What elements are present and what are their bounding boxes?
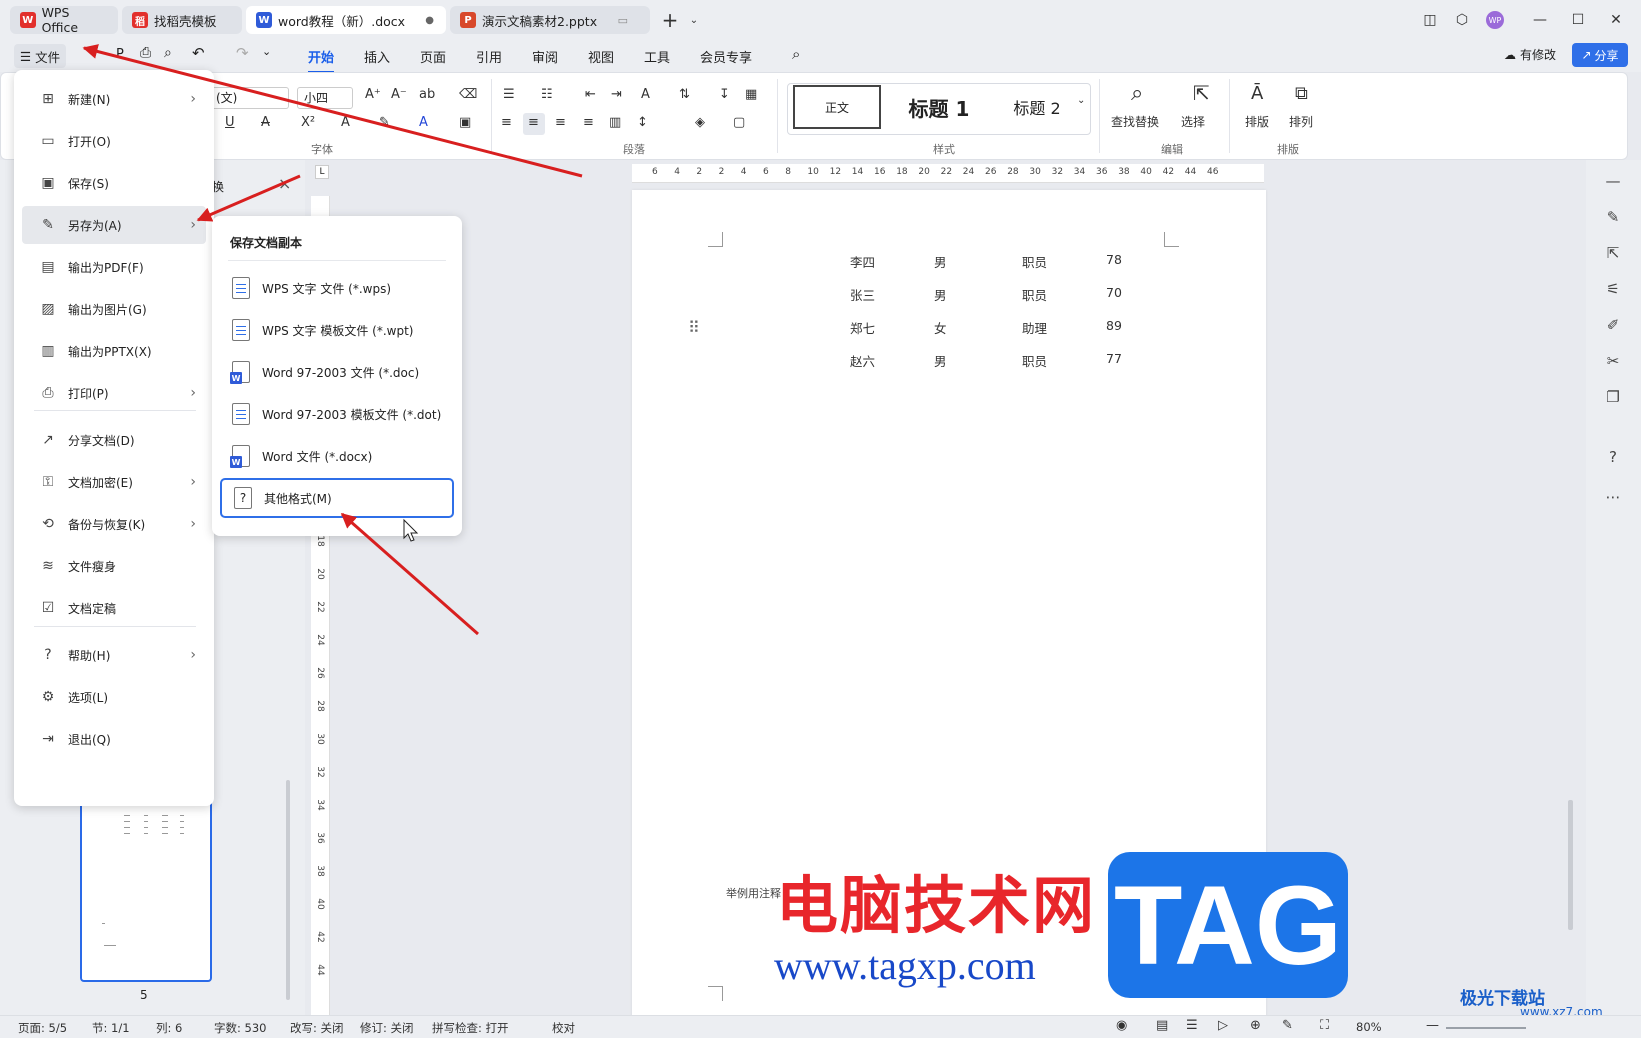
pen-view-icon[interactable]: ✎ [1282,1018,1293,1033]
web-view-icon[interactable]: ⊕ [1250,1018,1261,1033]
status-proofread[interactable]: 校对 [552,1020,575,1036]
outline-view-icon[interactable]: ☰ [1186,1018,1198,1033]
arrow-to-save-as [196,174,301,222]
mouse-cursor-icon [403,518,419,542]
status-bar: 页面: 5/5 节: 1/1 列: 6 字数: 530 改写: 关闭 修订: 关… [0,1015,1641,1038]
watermark-url: www.tagxp.com [774,943,1036,988]
status-overwrite[interactable]: 改写: 关闭 [290,1020,344,1036]
status-revision[interactable]: 修订: 关闭 [360,1020,414,1036]
zoom-out-icon[interactable]: — [1426,1018,1439,1033]
eye-icon[interactable]: ◉ [1116,1018,1127,1033]
zoom-slider[interactable] [1446,1027,1526,1029]
status-section[interactable]: 节: 1/1 [92,1020,130,1036]
status-word-count[interactable]: 字数: 530 [214,1020,266,1036]
fit-icon[interactable]: ⛶ [1320,1018,1329,1033]
page-view-icon[interactable]: ▤ [1156,1018,1168,1033]
watermark-tag-logo: TAG [1108,852,1348,998]
play-icon[interactable]: ▷ [1218,1018,1228,1033]
zoom-level[interactable]: 80% [1356,1020,1382,1034]
status-page[interactable]: 页面: 5/5 [18,1020,67,1036]
status-spell-check[interactable]: 拼写检查: 打开 [432,1020,509,1036]
arrow-to-file-menu [82,44,583,178]
watermark-chinese-text: 电脑技术网 [776,869,1097,942]
status-column[interactable]: 列: 6 [156,1020,182,1036]
